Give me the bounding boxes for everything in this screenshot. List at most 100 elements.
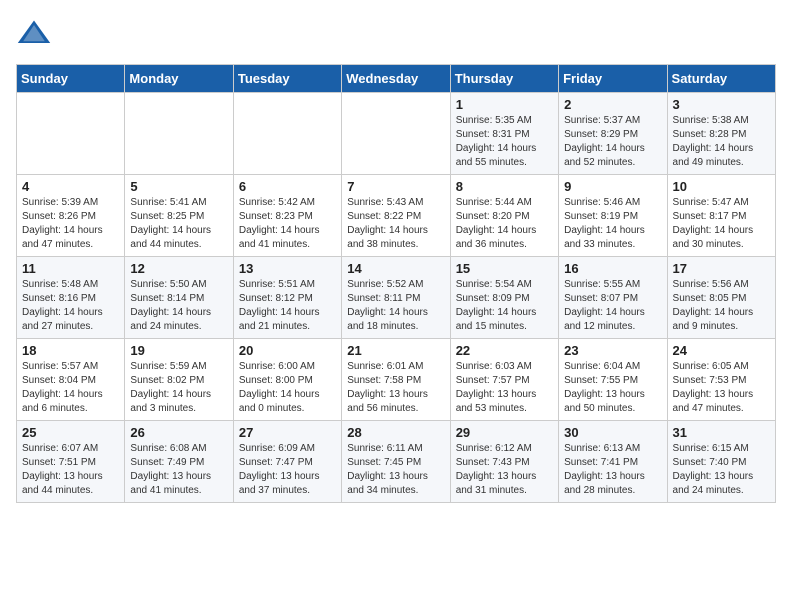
calendar-cell: 13 Sunrise: 5:51 AM Sunset: 8:12 PM Dayli… [233, 257, 341, 339]
day-number: 5 [130, 179, 227, 194]
calendar-cell: 15Sunrise: 5:54 AM Sunset: 8:09 PM Dayli… [450, 257, 558, 339]
day-number: 8 [456, 179, 553, 194]
day-detail: Sunrise: 5:46 AM Sunset: 8:19 PM Dayligh… [564, 196, 661, 252]
day-detail: Sunrise: 6:09 AM Sunset: 7:47 PM Dayligh… [239, 442, 336, 498]
day-detail: Sunrise: 6:03 AM Sunset: 7:57 PM Dayligh… [456, 360, 553, 416]
day-detail: Sunrise: 6:00 AM Sunset: 8:00 PM Dayligh… [239, 360, 336, 416]
day-number: 12 [130, 261, 227, 276]
calendar-cell [125, 93, 233, 175]
calendar-cell: 17 Sunrise: 5:56 AM Sunset: 8:05 PM Dayli… [667, 257, 775, 339]
calendar-cell: 19 Sunrise: 5:59 AM Sunset: 8:02 PM Dayli… [125, 339, 233, 421]
calendar-cell: 14 Sunrise: 5:52 AM Sunset: 8:11 PM Dayli… [342, 257, 450, 339]
day-number: 19 [130, 343, 227, 358]
logo [16, 16, 56, 52]
calendar-week-row: 4 Sunrise: 5:39 AM Sunset: 8:26 PM Daylig… [17, 175, 776, 257]
day-number: 2 [564, 97, 661, 112]
calendar-cell: 5 Sunrise: 5:41 AM Sunset: 8:25 PM Daylig… [125, 175, 233, 257]
calendar-cell [17, 93, 125, 175]
calendar-cell: 25 Sunrise: 6:07 AM Sunset: 7:51 PM Dayli… [17, 421, 125, 503]
day-detail: Sunrise: 5:41 AM Sunset: 8:25 PM Dayligh… [130, 196, 227, 252]
calendar-cell: 9Sunrise: 5:46 AM Sunset: 8:19 PM Daylig… [559, 175, 667, 257]
day-number: 23 [564, 343, 661, 358]
calendar-cell: 22 Sunrise: 6:03 AM Sunset: 7:57 PM Dayli… [450, 339, 558, 421]
calendar-cell: 8 Sunrise: 5:44 AM Sunset: 8:20 PM Daylig… [450, 175, 558, 257]
weekday-header-monday: Monday [125, 65, 233, 93]
day-number: 1 [456, 97, 553, 112]
day-detail: Sunrise: 5:44 AM Sunset: 8:20 PM Dayligh… [456, 196, 553, 252]
day-detail: Sunrise: 5:39 AM Sunset: 8:26 PM Dayligh… [22, 196, 119, 252]
weekday-header-saturday: Saturday [667, 65, 775, 93]
calendar-week-row: 25 Sunrise: 6:07 AM Sunset: 7:51 PM Dayli… [17, 421, 776, 503]
day-number: 28 [347, 425, 444, 440]
calendar-table: SundayMondayTuesdayWednesdayThursdayFrid… [16, 64, 776, 503]
calendar-cell: 23Sunrise: 6:04 AM Sunset: 7:55 PM Dayli… [559, 339, 667, 421]
weekday-header-friday: Friday [559, 65, 667, 93]
weekday-header-sunday: Sunday [17, 65, 125, 93]
calendar-cell: 27 Sunrise: 6:09 AM Sunset: 7:47 PM Dayli… [233, 421, 341, 503]
day-detail: Sunrise: 6:01 AM Sunset: 7:58 PM Dayligh… [347, 360, 444, 416]
day-detail: Sunrise: 5:38 AM Sunset: 8:28 PM Dayligh… [673, 114, 770, 170]
day-detail: Sunrise: 5:52 AM Sunset: 8:11 PM Dayligh… [347, 278, 444, 334]
day-detail: Sunrise: 5:56 AM Sunset: 8:05 PM Dayligh… [673, 278, 770, 334]
day-detail: Sunrise: 6:08 AM Sunset: 7:49 PM Dayligh… [130, 442, 227, 498]
calendar-cell: 26 Sunrise: 6:08 AM Sunset: 7:49 PM Dayli… [125, 421, 233, 503]
day-number: 20 [239, 343, 336, 358]
calendar-cell: 2 Sunrise: 5:37 AM Sunset: 8:29 PM Daylig… [559, 93, 667, 175]
calendar-cell: 4 Sunrise: 5:39 AM Sunset: 8:26 PM Daylig… [17, 175, 125, 257]
day-detail: Sunrise: 5:59 AM Sunset: 8:02 PM Dayligh… [130, 360, 227, 416]
day-number: 3 [673, 97, 770, 112]
calendar-cell: 20 Sunrise: 6:00 AM Sunset: 8:00 PM Dayli… [233, 339, 341, 421]
day-number: 17 [673, 261, 770, 276]
calendar-cell: 11Sunrise: 5:48 AM Sunset: 8:16 PM Dayli… [17, 257, 125, 339]
day-number: 14 [347, 261, 444, 276]
day-detail: Sunrise: 5:35 AM Sunset: 8:31 PM Dayligh… [456, 114, 553, 170]
day-detail: Sunrise: 5:47 AM Sunset: 8:17 PM Dayligh… [673, 196, 770, 252]
calendar-cell [233, 93, 341, 175]
day-detail: Sunrise: 5:51 AM Sunset: 8:12 PM Dayligh… [239, 278, 336, 334]
weekday-header-tuesday: Tuesday [233, 65, 341, 93]
calendar-cell: 10 Sunrise: 5:47 AM Sunset: 8:17 PM Dayli… [667, 175, 775, 257]
day-detail: Sunrise: 5:37 AM Sunset: 8:29 PM Dayligh… [564, 114, 661, 170]
day-detail: Sunrise: 6:13 AM Sunset: 7:41 PM Dayligh… [564, 442, 661, 498]
calendar-cell: 28 Sunrise: 6:11 AM Sunset: 7:45 PM Dayli… [342, 421, 450, 503]
calendar-cell: 31Sunrise: 6:15 AM Sunset: 7:40 PM Dayli… [667, 421, 775, 503]
calendar-cell: 3 Sunrise: 5:38 AM Sunset: 8:28 PM Daylig… [667, 93, 775, 175]
day-number: 26 [130, 425, 227, 440]
weekday-header-thursday: Thursday [450, 65, 558, 93]
day-number: 31 [673, 425, 770, 440]
day-number: 10 [673, 179, 770, 194]
calendar-week-row: 11Sunrise: 5:48 AM Sunset: 8:16 PM Dayli… [17, 257, 776, 339]
page-header [16, 16, 776, 52]
calendar-cell: 6Sunrise: 5:42 AM Sunset: 8:23 PM Daylig… [233, 175, 341, 257]
calendar-cell: 29 Sunrise: 6:12 AM Sunset: 7:43 PM Dayli… [450, 421, 558, 503]
day-detail: Sunrise: 5:54 AM Sunset: 8:09 PM Dayligh… [456, 278, 553, 334]
calendar-week-row: 1 Sunrise: 5:35 AM Sunset: 8:31 PM Daylig… [17, 93, 776, 175]
day-detail: Sunrise: 5:50 AM Sunset: 8:14 PM Dayligh… [130, 278, 227, 334]
day-number: 24 [673, 343, 770, 358]
day-number: 7 [347, 179, 444, 194]
logo-icon [16, 16, 52, 52]
day-detail: Sunrise: 6:12 AM Sunset: 7:43 PM Dayligh… [456, 442, 553, 498]
day-number: 16 [564, 261, 661, 276]
day-detail: Sunrise: 5:42 AM Sunset: 8:23 PM Dayligh… [239, 196, 336, 252]
weekday-header-wednesday: Wednesday [342, 65, 450, 93]
calendar-header-row: SundayMondayTuesdayWednesdayThursdayFrid… [17, 65, 776, 93]
calendar-cell [342, 93, 450, 175]
day-number: 4 [22, 179, 119, 194]
day-detail: Sunrise: 5:43 AM Sunset: 8:22 PM Dayligh… [347, 196, 444, 252]
day-number: 22 [456, 343, 553, 358]
day-detail: Sunrise: 6:07 AM Sunset: 7:51 PM Dayligh… [22, 442, 119, 498]
calendar-cell: 30Sunrise: 6:13 AM Sunset: 7:41 PM Dayli… [559, 421, 667, 503]
calendar-cell: 1 Sunrise: 5:35 AM Sunset: 8:31 PM Daylig… [450, 93, 558, 175]
day-number: 25 [22, 425, 119, 440]
day-number: 27 [239, 425, 336, 440]
calendar-cell: 12 Sunrise: 5:50 AM Sunset: 8:14 PM Dayli… [125, 257, 233, 339]
day-detail: Sunrise: 5:57 AM Sunset: 8:04 PM Dayligh… [22, 360, 119, 416]
calendar-cell: 24Sunrise: 6:05 AM Sunset: 7:53 PM Dayli… [667, 339, 775, 421]
day-number: 13 [239, 261, 336, 276]
day-detail: Sunrise: 5:55 AM Sunset: 8:07 PM Dayligh… [564, 278, 661, 334]
day-detail: Sunrise: 6:11 AM Sunset: 7:45 PM Dayligh… [347, 442, 444, 498]
day-detail: Sunrise: 5:48 AM Sunset: 8:16 PM Dayligh… [22, 278, 119, 334]
calendar-cell: 21Sunrise: 6:01 AM Sunset: 7:58 PM Dayli… [342, 339, 450, 421]
day-number: 29 [456, 425, 553, 440]
